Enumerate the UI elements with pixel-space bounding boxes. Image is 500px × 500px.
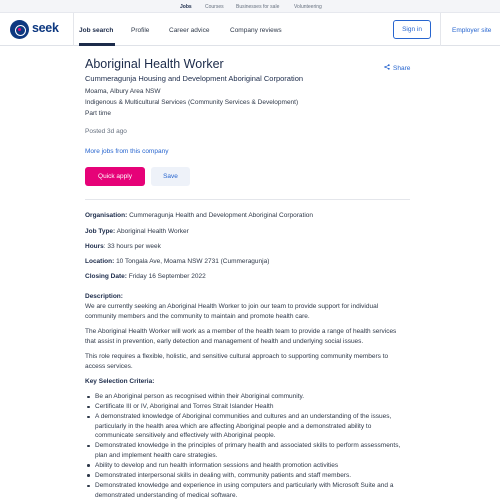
detail-label: Organisation: [85, 212, 128, 219]
job-classification[interactable]: Indigenous & Multicultural Services (Com… [85, 99, 298, 106]
criteria-item: Demonstrated interpersonal skills in dea… [85, 471, 405, 481]
strip-link-courses[interactable]: Courses [205, 4, 224, 10]
nav-divider [73, 13, 74, 46]
detail-location: Location: 10 Tongala Ave, Moama NSW 2731… [85, 258, 269, 265]
share-icon [384, 64, 390, 72]
description-paragraph: We are currently seeking an Aboriginal H… [85, 303, 379, 320]
quick-apply-button[interactable]: Quick apply [85, 167, 145, 186]
nav-career-advice[interactable]: Career advice [169, 27, 209, 34]
nav-company-reviews[interactable]: Company reviews [230, 27, 282, 34]
detail-value: : 33 hours per week [103, 243, 161, 250]
criteria-item: Demonstrated knowledge and experience in… [85, 481, 405, 500]
save-button[interactable]: Save [151, 167, 190, 186]
logo-text[interactable]: seek [32, 21, 59, 35]
detail-label: Closing Date: [85, 273, 127, 280]
criteria-item: Certificate III or IV, Aboriginal and To… [85, 402, 405, 412]
more-jobs-link[interactable]: More jobs from this company [85, 148, 168, 155]
criteria-item: Be an Aboriginal person as recognised wi… [85, 392, 405, 402]
seek-logo-icon[interactable] [10, 20, 29, 39]
detail-organisation: Organisation: Cummeragunja Health and De… [85, 212, 313, 219]
nav-job-search[interactable]: Job search [79, 27, 113, 34]
detail-job-type: Job Type: Aboriginal Health Worker [85, 228, 189, 235]
active-nav-indicator [79, 43, 115, 46]
top-strip: Jobs Courses Businesses for sale Volunte… [0, 0, 500, 13]
description-heading: Description: [85, 293, 123, 300]
strip-link-volunteering[interactable]: Volunteering [294, 4, 322, 10]
main-navbar: seek Job search Profile Career advice Co… [0, 13, 500, 46]
detail-value: Friday 16 September 2022 [128, 273, 206, 280]
criteria-list: Be an Aboriginal person as recognised wi… [85, 392, 405, 500]
employer-site-link[interactable]: Employer site [452, 27, 491, 34]
criteria-item: Ability to develop and run health inform… [85, 461, 405, 471]
detail-closing-date: Closing Date: Friday 16 September 2022 [85, 273, 206, 280]
detail-value: Aboriginal Health Worker [116, 228, 189, 235]
job-location[interactable]: Moama, Albury Area NSW [85, 88, 161, 95]
share-label: Share [393, 65, 411, 72]
detail-label: Hours [85, 243, 104, 250]
advertiser-name: Cummeragunja Housing and Development Abo… [85, 74, 304, 83]
description-paragraph: The Aboriginal Health Worker will work a… [85, 328, 397, 345]
detail-hours: Hours: 33 hours per week [85, 243, 161, 250]
detail-value: 10 Tongala Ave, Moama NSW 2731 (Cummerag… [116, 258, 270, 265]
criteria-item: A demonstrated knowledge of Aboriginal c… [85, 412, 405, 441]
nav-divider [440, 13, 441, 46]
nav-profile[interactable]: Profile [131, 27, 149, 34]
section-divider [85, 199, 410, 200]
detail-label: Location: [85, 258, 115, 265]
posted-date: Posted 3d ago [85, 128, 127, 135]
criteria-item: Demonstrated knowledge in the principles… [85, 441, 405, 460]
detail-label: Job Type: [85, 228, 116, 235]
sign-in-button[interactable]: Sign in [393, 20, 431, 39]
strip-link-businesses[interactable]: Businesses for sale [236, 4, 279, 10]
strip-link-jobs[interactable]: Jobs [180, 4, 192, 10]
share-button[interactable]: Share [384, 64, 410, 72]
detail-value: Cummeragunja Health and Development Abor… [129, 212, 313, 219]
job-title: Aboriginal Health Worker [85, 57, 224, 71]
description-paragraph: This role requires a flexible, holistic,… [85, 353, 389, 370]
criteria-heading: Key Selection Criteria: [85, 378, 155, 385]
job-work-type: Part time [85, 110, 112, 117]
